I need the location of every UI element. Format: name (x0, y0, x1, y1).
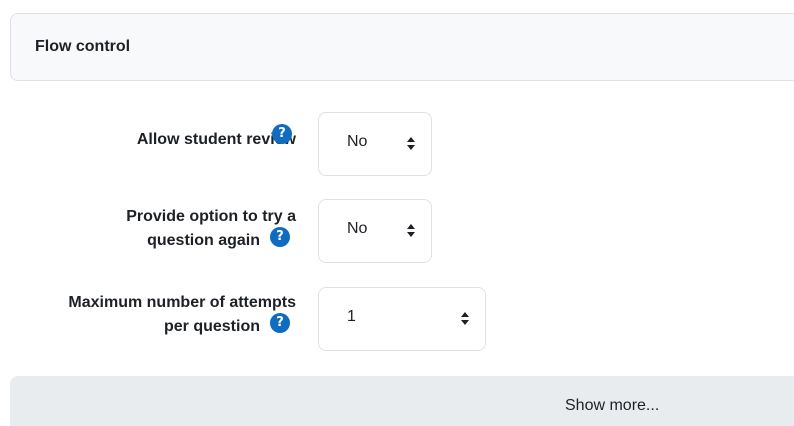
try-question-again-label: Provide option to try a question again (126, 205, 296, 253)
section-title: Flow control (35, 38, 131, 55)
help-icon[interactable]: ? (270, 313, 290, 333)
chevron-up-down-icon (461, 311, 469, 327)
help-icon[interactable]: ? (272, 124, 292, 144)
flow-control-section-header[interactable]: Flow control (10, 13, 794, 81)
show-more-label: Show more... (565, 397, 660, 414)
show-more-button[interactable]: Show more... (10, 376, 794, 426)
chevron-up-down-icon (407, 136, 415, 152)
label-line: question again (147, 232, 260, 249)
label-line: Maximum number of attempts (68, 294, 296, 311)
label-line: per question (163, 318, 260, 335)
max-attempts-label: Maximum number of attempts per question (68, 291, 296, 339)
select-value: 1 (347, 308, 356, 325)
select-value: No (347, 133, 368, 150)
chevron-up-down-icon (407, 223, 415, 239)
max-attempts-select[interactable]: 1 (318, 287, 486, 351)
help-icon[interactable]: ? (270, 227, 290, 247)
quiz-settings-page: Flow control Allow student review ? No P… (0, 0, 794, 426)
select-value: No (347, 220, 368, 237)
label-line: Provide option to try a (126, 208, 296, 225)
try-question-again-select[interactable]: No (318, 199, 432, 263)
allow-student-review-select[interactable]: No (318, 112, 432, 176)
